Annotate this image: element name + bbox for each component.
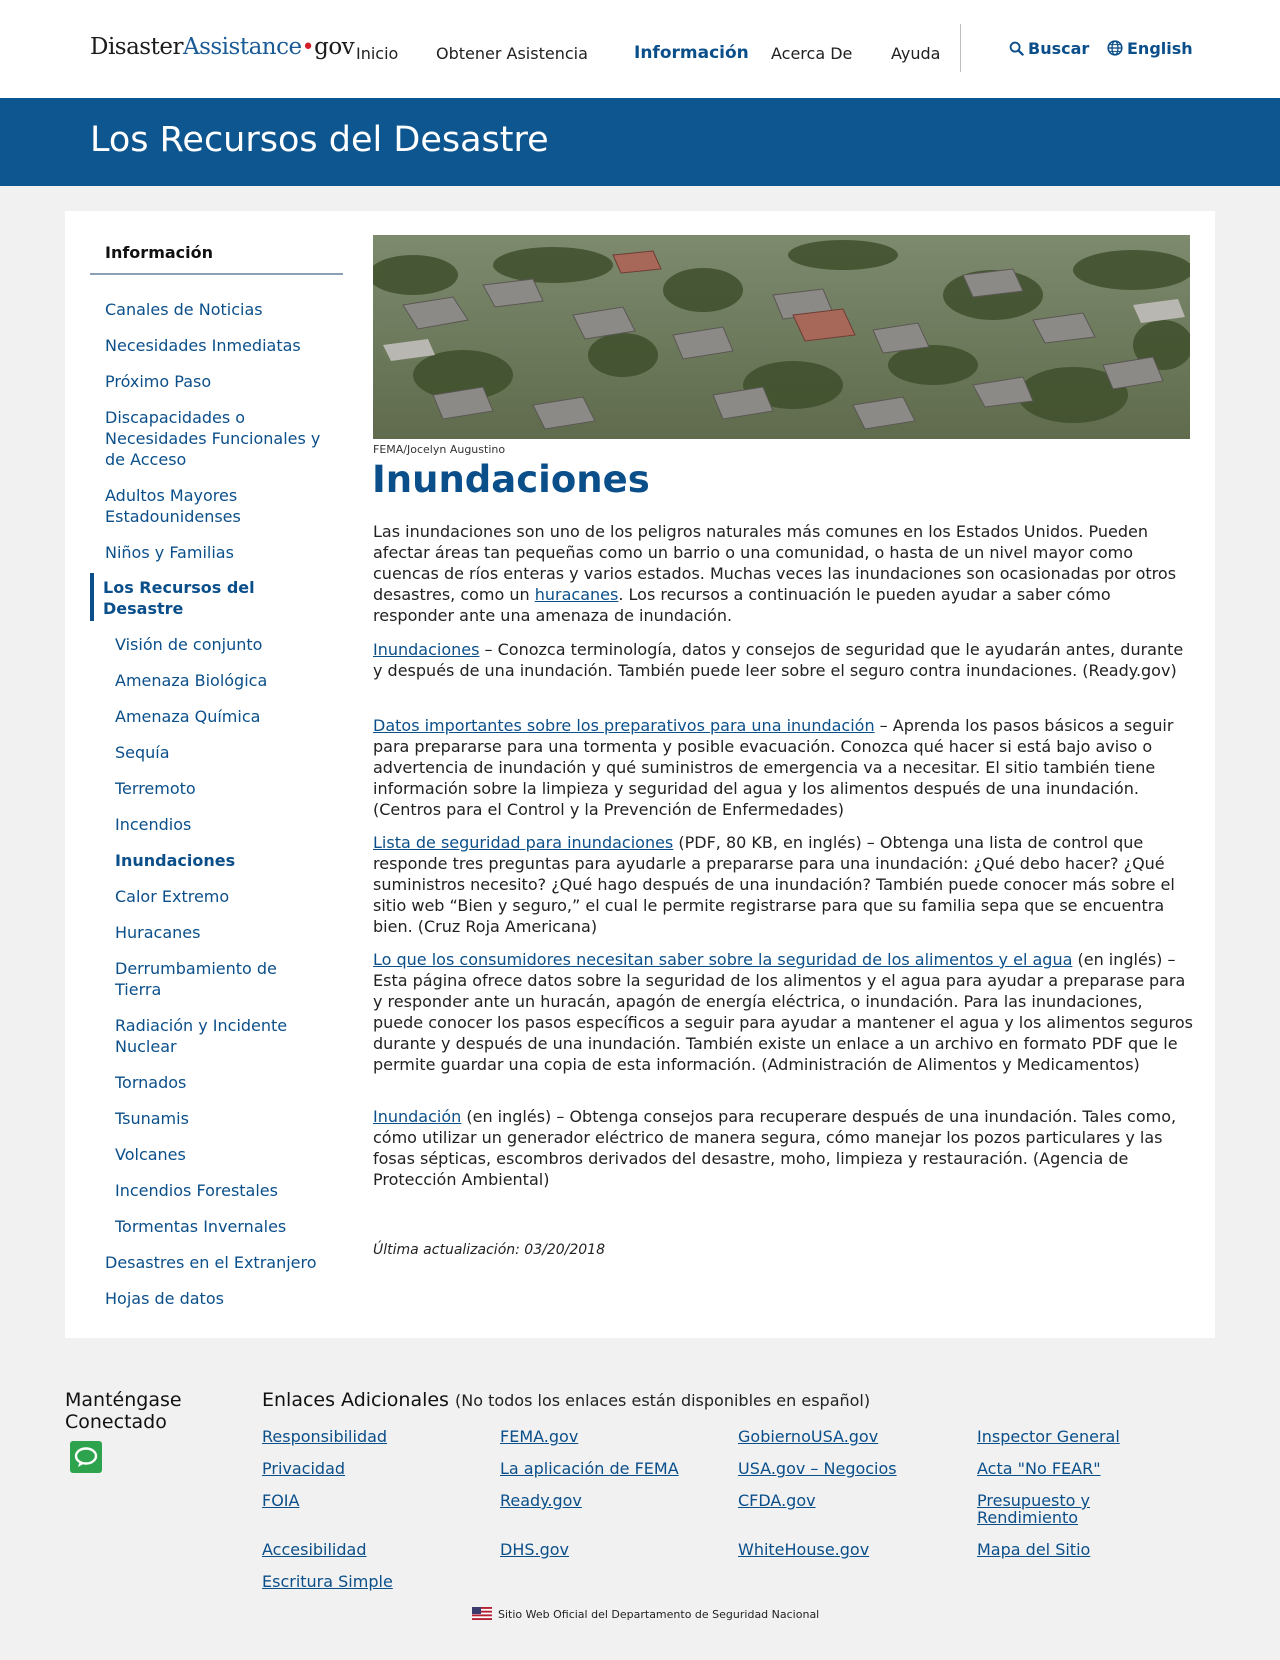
sidebar-subitem-incendios[interactable]: Incendios bbox=[115, 814, 330, 835]
sidebar-subitem-volcanes[interactable]: Volcanes bbox=[115, 1144, 330, 1165]
footer-link-foia[interactable]: FOIA bbox=[262, 1492, 477, 1509]
sidebar-item-discapacidades[interactable]: Discapacidades o Necesidades Funcionales… bbox=[105, 407, 335, 470]
footer-link-dhs[interactable]: DHS.gov bbox=[500, 1541, 715, 1558]
site-logo[interactable]: DisasterAssistance•gov bbox=[90, 34, 355, 60]
resource-link-lista-seguridad[interactable]: Lista de seguridad para inundaciones bbox=[373, 833, 673, 852]
sidebar-active-indicator bbox=[90, 573, 94, 621]
sidebar-subitem-derrumbamiento-de-tierra[interactable]: Derrumbamiento de Tierra bbox=[115, 958, 295, 1000]
footer-link-privacidad[interactable]: Privacidad bbox=[262, 1460, 477, 1477]
footer-link-gobiernousa[interactable]: GobiernoUSA.gov bbox=[738, 1428, 953, 1445]
chat-icon[interactable] bbox=[70, 1441, 102, 1473]
footer-link-accesibilidad[interactable]: Accesibilidad bbox=[262, 1541, 477, 1558]
resource-item: Datos importantes sobre los preparativos… bbox=[373, 715, 1193, 820]
site-header: DisasterAssistance•gov Inicio Obtener As… bbox=[0, 0, 1280, 98]
speech-bubble-icon bbox=[74, 1447, 98, 1467]
nav-inicio[interactable]: Inicio bbox=[356, 44, 398, 63]
footer-link-app-fema[interactable]: La aplicación de FEMA bbox=[500, 1460, 715, 1477]
image-credit: FEMA/Jocelyn Augustino bbox=[373, 443, 506, 456]
sidebar-subitem-tsunamis[interactable]: Tsunamis bbox=[115, 1108, 330, 1129]
us-flag-icon bbox=[472, 1607, 492, 1620]
flood-photo-graphic bbox=[373, 235, 1190, 439]
logo-text-gov: gov bbox=[314, 34, 355, 60]
additional-links-title: Enlaces Adicionales (No todos los enlace… bbox=[262, 1389, 870, 1411]
official-site-text: Sitio Web Oficial del Departamento de Se… bbox=[498, 1608, 820, 1621]
intro-paragraph: Las inundaciones son uno de los peligros… bbox=[373, 521, 1193, 626]
sidebar-item-proximo-paso[interactable]: Próximo Paso bbox=[105, 371, 335, 392]
resource-item: Inundaciones – Conozca terminología, dat… bbox=[373, 639, 1193, 681]
sidebar-item-hojas-de-datos[interactable]: Hojas de datos bbox=[105, 1288, 335, 1309]
resource-link-inundacion-epa[interactable]: Inundación bbox=[373, 1107, 461, 1126]
nav-acerca-de[interactable]: Acerca De bbox=[771, 44, 852, 63]
footer-link-mapa-del-sitio[interactable]: Mapa del Sitio bbox=[977, 1541, 1192, 1558]
stay-connected-title: Manténgase Conectado bbox=[65, 1389, 182, 1433]
nav-informacion[interactable]: Información bbox=[634, 43, 749, 63]
footer-link-responsibilidad[interactable]: Responsibilidad bbox=[262, 1428, 477, 1445]
nav-obtener-asistencia[interactable]: Obtener Asistencia bbox=[436, 44, 588, 63]
globe-icon bbox=[1107, 40, 1123, 56]
footer-link-ready[interactable]: Ready.gov bbox=[500, 1492, 715, 1509]
resource-link-seguridad-alimentos-agua[interactable]: Lo que los consumidores necesitan saber … bbox=[373, 950, 1072, 969]
sidebar-subitem-terremoto[interactable]: Terremoto bbox=[115, 778, 330, 799]
sidebar-subitem-tornados[interactable]: Tornados bbox=[115, 1072, 330, 1093]
footer-link-cfda[interactable]: CFDA.gov bbox=[738, 1492, 953, 1509]
footer-link-usagov-negocios[interactable]: USA.gov – Negocios bbox=[738, 1460, 953, 1477]
sidebar-subitem-amenaza-quimica[interactable]: Amenaza Química bbox=[115, 706, 330, 727]
resource-link-datos-preparativos[interactable]: Datos importantes sobre los preparativos… bbox=[373, 716, 875, 735]
banner-title: Los Recursos del Desastre bbox=[90, 120, 549, 160]
official-site-notice: Sitio Web Oficial del Departamento de Se… bbox=[472, 1607, 819, 1621]
resource-item: Lo que los consumidores necesitan saber … bbox=[373, 949, 1193, 1075]
footer-link-presupuesto[interactable]: Presupuesto y Rendimiento bbox=[977, 1492, 1127, 1526]
additional-links-note: (No todos los enlaces están disponibles … bbox=[455, 1391, 871, 1410]
search-label: Buscar bbox=[1028, 39, 1090, 58]
sidebar-item-recursos-del-desastre[interactable]: Los Recursos del Desastre bbox=[103, 577, 278, 619]
nav-divider bbox=[960, 24, 961, 72]
sidebar-title: Información bbox=[105, 243, 214, 262]
footer-link-no-fear[interactable]: Acta "No FEAR" bbox=[977, 1460, 1192, 1477]
footer-link-escritura-simple[interactable]: Escritura Simple bbox=[262, 1573, 477, 1590]
resource-item: Inundación (en inglés) – Obtenga consejo… bbox=[373, 1106, 1193, 1190]
search-icon bbox=[1009, 41, 1024, 56]
sidebar-subitem-tormentas-invernales[interactable]: Tormentas Invernales bbox=[115, 1216, 330, 1237]
search-button[interactable]: Buscar bbox=[1009, 39, 1089, 58]
language-label: English bbox=[1127, 39, 1193, 58]
sidebar-subitem-huracanes[interactable]: Huracanes bbox=[115, 922, 330, 943]
footer-link-whitehouse[interactable]: WhiteHouse.gov bbox=[738, 1541, 953, 1558]
sidebar-item-necesidades-inmediatas[interactable]: Necesidades Inmediatas bbox=[105, 335, 335, 356]
logo-text-disaster: Disaster bbox=[90, 34, 183, 60]
resource-description: – Conozca terminología, datos y consejos… bbox=[373, 640, 1184, 680]
resource-description: (en inglés) – Obtenga consejos para recu… bbox=[373, 1107, 1177, 1189]
sidebar-subitem-calor-extremo[interactable]: Calor Extremo bbox=[115, 886, 330, 907]
sidebar-subitem-incendios-forestales[interactable]: Incendios Forestales bbox=[115, 1180, 330, 1201]
sidebar-item-canales-de-noticias[interactable]: Canales de Noticias bbox=[105, 299, 335, 320]
logo-dot: • bbox=[301, 35, 315, 60]
sidebar-divider bbox=[90, 273, 343, 275]
nav-ayuda[interactable]: Ayuda bbox=[891, 44, 940, 63]
content-card: Información Canales de Noticias Necesida… bbox=[65, 211, 1215, 1338]
sidebar-subitem-vision-de-conjunto[interactable]: Visión de conjunto bbox=[115, 634, 330, 655]
sidebar-item-ninos-y-familias[interactable]: Niños y Familias bbox=[105, 542, 335, 563]
sidebar-subitem-sequia[interactable]: Sequía bbox=[115, 742, 330, 763]
resource-link-inundaciones[interactable]: Inundaciones bbox=[373, 640, 479, 659]
sidebar-subitem-radiacion-nuclear[interactable]: Radiación y Incidente Nuclear bbox=[115, 1015, 295, 1057]
footer-link-inspector-general[interactable]: Inspector General bbox=[977, 1428, 1192, 1445]
intro-link-huracanes[interactable]: huracanes bbox=[535, 585, 619, 604]
sidebar-subitem-inundaciones[interactable]: Inundaciones bbox=[115, 850, 330, 871]
page-banner: Los Recursos del Desastre bbox=[0, 98, 1280, 186]
additional-links-heading: Enlaces Adicionales bbox=[262, 1389, 449, 1411]
sidebar-subitem-amenaza-biologica[interactable]: Amenaza Biológica bbox=[115, 670, 330, 691]
page-title: Inundaciones bbox=[372, 458, 650, 501]
flood-aerial-photo bbox=[373, 235, 1190, 439]
resource-item: Lista de seguridad para inundaciones (PD… bbox=[373, 832, 1193, 937]
logo-text-assistance: Assistance bbox=[182, 34, 302, 60]
sidebar-item-desastres-extranjero[interactable]: Desastres en el Extranjero bbox=[105, 1252, 335, 1273]
last-updated: Última actualización: 03/20/2018 bbox=[373, 1242, 605, 1258]
language-toggle[interactable]: English bbox=[1107, 39, 1193, 58]
footer-link-fema[interactable]: FEMA.gov bbox=[500, 1428, 715, 1445]
sidebar-item-adultos-mayores[interactable]: Adultos Mayores Estadounidenses bbox=[105, 485, 265, 527]
